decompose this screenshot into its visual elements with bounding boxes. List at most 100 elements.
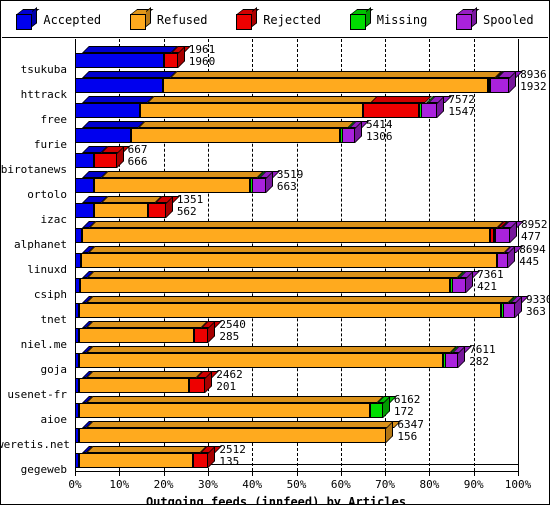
bar-segment-accepted bbox=[75, 103, 140, 118]
bar-segment-refused bbox=[78, 328, 195, 343]
x-tick-mark bbox=[252, 471, 254, 476]
bar-segment-accepted bbox=[75, 78, 164, 93]
x-tick-mark bbox=[75, 471, 76, 476]
bar-spooled-label: 477 bbox=[521, 230, 541, 243]
bar-spooled-label: 445 bbox=[519, 255, 540, 268]
x-tick-label: 60% bbox=[330, 478, 351, 491]
bar-spooled-label: 285 bbox=[219, 330, 240, 343]
bar-segment-top bbox=[85, 321, 209, 328]
chart-plot-area: tsukuba 1961 1960 httrack 8936 1932 free 7572 15… bbox=[1, 39, 549, 475]
chart-screenshot: Accepted Refused Rejected Missing Spooled ts… bbox=[0, 0, 550, 505]
bar-segment-top bbox=[146, 96, 378, 103]
cube-icon bbox=[349, 6, 374, 30]
x-tick-label: 0% bbox=[68, 478, 82, 491]
bar-spooled-label: 135 bbox=[219, 455, 240, 468]
bar-spooled-label: 1960 bbox=[188, 55, 216, 68]
x-tick-label: 80% bbox=[419, 478, 440, 491]
bar-segment-missing bbox=[369, 403, 383, 418]
x-tick-label: 30% bbox=[197, 478, 218, 491]
bar-segment-top bbox=[88, 246, 511, 253]
bar-segment-spooled bbox=[451, 278, 467, 293]
bar-segment-refused bbox=[78, 453, 194, 468]
bar-segment-top bbox=[86, 296, 516, 303]
y-axis-label-tsukuba: tsukuba bbox=[20, 63, 67, 76]
y-axis-label-furie: furie bbox=[33, 138, 67, 151]
legend-item-rejected: Rejected bbox=[236, 6, 321, 30]
x-tick-mark bbox=[518, 471, 519, 476]
cube-icon bbox=[456, 6, 480, 30]
bar-segment-spooled bbox=[251, 178, 266, 193]
bar-segment-rejected bbox=[164, 53, 178, 68]
bar-segment-accepted bbox=[75, 128, 131, 143]
bar-segment-rejected bbox=[94, 153, 117, 168]
bar-segment-top bbox=[85, 346, 458, 353]
x-axis-title: Outgoing feeds (innfeed) by Articles bbox=[145, 495, 407, 505]
y-axis-label-goja: goja bbox=[40, 363, 68, 376]
bar-spooled-label: 156 bbox=[397, 430, 418, 443]
bar-spooled-label: 201 bbox=[216, 380, 237, 393]
bar-segment-top bbox=[100, 196, 163, 203]
x-tick-mark bbox=[340, 471, 342, 476]
bar-segment-rejected bbox=[189, 378, 206, 393]
bar-spooled-label: 663 bbox=[276, 180, 297, 193]
cube-icon bbox=[236, 6, 260, 30]
y-axis-label-linuxd: linuxd bbox=[27, 263, 67, 276]
x-tick-label: 20% bbox=[153, 478, 174, 491]
x-tick-mark bbox=[207, 471, 209, 476]
x-tick-label: 100% bbox=[504, 478, 532, 491]
bar-segment-top bbox=[82, 121, 145, 128]
bar-segment-spooled bbox=[420, 103, 438, 118]
x-tick-label: 40% bbox=[242, 478, 263, 491]
cube-icon bbox=[16, 6, 40, 30]
bar-segment-refused bbox=[80, 278, 451, 293]
y-axis-label-birotanews: birotanews bbox=[0, 163, 67, 176]
bar-segment-spooled bbox=[502, 303, 516, 318]
x-tick-label: 10% bbox=[109, 478, 130, 491]
bar-spooled-label: 1932 bbox=[520, 80, 547, 93]
bar-segment-refused bbox=[94, 178, 251, 193]
y-axis-label-gegeweb: gegeweb bbox=[20, 463, 67, 476]
y-axis-label-aioe: aioe bbox=[40, 413, 68, 426]
bar-segment-top bbox=[370, 96, 433, 103]
bar-segment-refused bbox=[79, 303, 502, 318]
bar-segment-top bbox=[85, 396, 384, 403]
bar-segment-top bbox=[85, 446, 208, 453]
bar-segment-top bbox=[82, 71, 178, 78]
bar-segment-top bbox=[170, 71, 502, 78]
bar-segment-top bbox=[137, 121, 355, 128]
y-axis-label-niel-me: niel.me bbox=[20, 338, 67, 351]
bar-segment-refused bbox=[82, 228, 490, 243]
bar-segment-top bbox=[101, 146, 131, 153]
bar-segment-spooled bbox=[489, 78, 510, 93]
bar-segment-top bbox=[89, 221, 504, 228]
bar-spooled-label: 172 bbox=[393, 405, 414, 418]
y-axis-label-csiph: csiph bbox=[33, 288, 67, 301]
bar-segment-top bbox=[85, 421, 401, 428]
bar-segment-top bbox=[87, 271, 465, 278]
legend-item-missing: Missing bbox=[349, 6, 427, 30]
chart-plot: tsukuba 1961 1960 httrack 8936 1932 free 7572 15… bbox=[1, 38, 549, 505]
legend-item-spooled: Spooled bbox=[456, 6, 534, 30]
bar-spooled-label: 1547 bbox=[448, 105, 475, 118]
bar-segment-rejected bbox=[194, 328, 209, 343]
bar-segment-refused bbox=[78, 378, 190, 393]
bar-segment-spooled bbox=[341, 128, 355, 143]
y-axis-label-alphanet: alphanet bbox=[14, 238, 67, 251]
bar-segment-rejected bbox=[363, 103, 419, 118]
x-tick-label: 70% bbox=[375, 478, 396, 491]
bar-segment-refused bbox=[163, 78, 488, 93]
x-tick-mark bbox=[163, 471, 165, 476]
bar-segment-refused bbox=[93, 203, 149, 218]
bar-segment-refused bbox=[78, 403, 370, 418]
bar-segment-accepted bbox=[75, 228, 83, 243]
legend-item-label: Refused bbox=[156, 12, 208, 27]
bar-segment-top bbox=[82, 46, 179, 53]
legend-item-accepted: Accepted bbox=[16, 6, 101, 30]
y-axis-label-free: free bbox=[40, 113, 68, 126]
bar-spooled-label: 562 bbox=[176, 205, 197, 218]
bar-segment-rejected bbox=[193, 453, 209, 468]
bar-spooled-label: 666 bbox=[127, 155, 148, 168]
bar-segment-top bbox=[85, 371, 204, 378]
bar-segment-accepted bbox=[75, 203, 94, 218]
legend-item-label: Spooled bbox=[483, 12, 534, 27]
